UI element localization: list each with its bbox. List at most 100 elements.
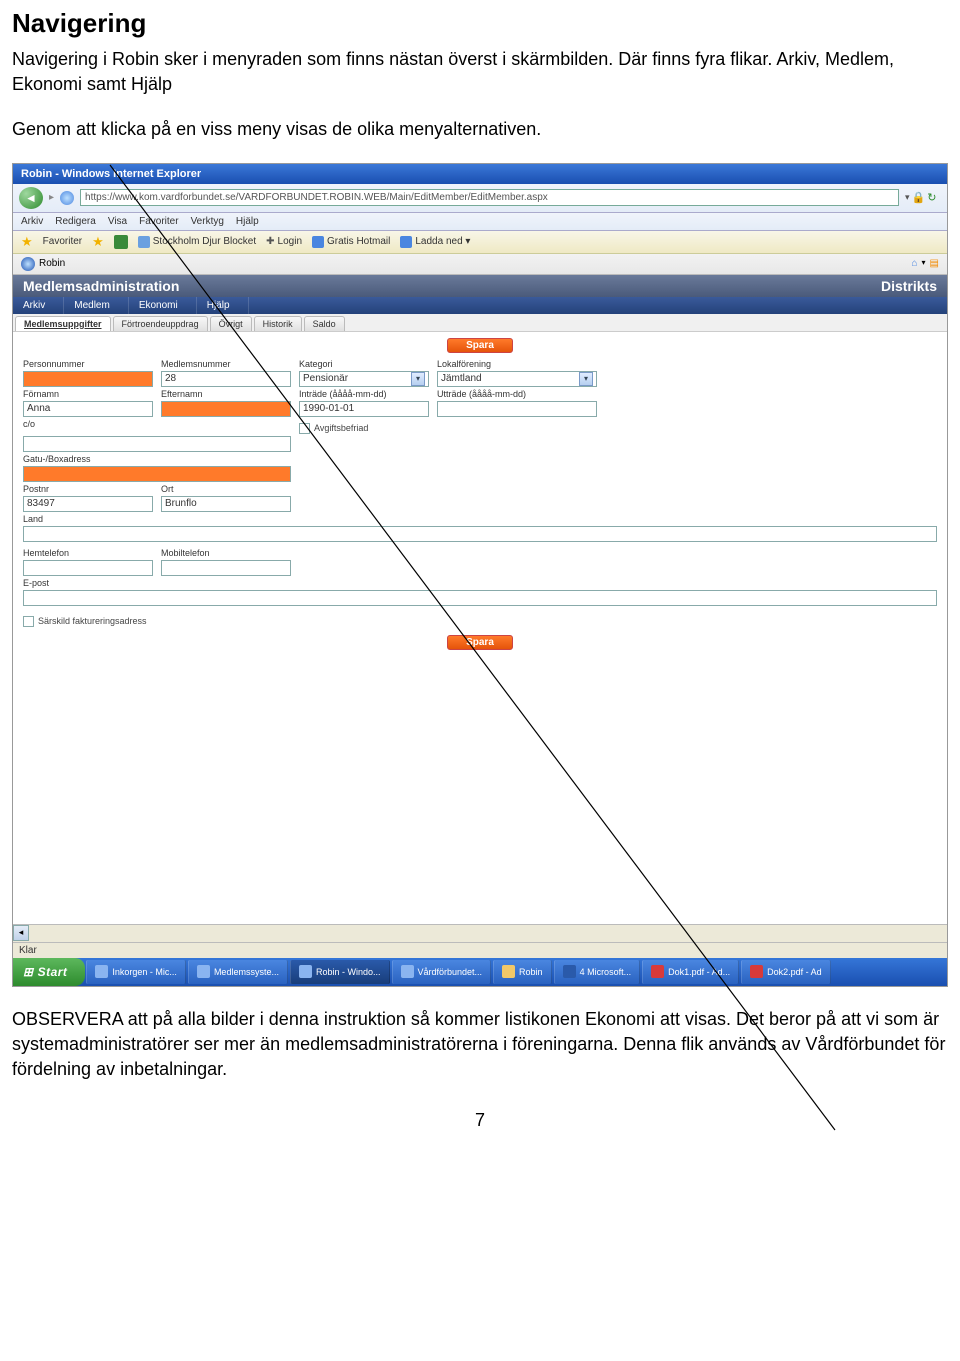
checkbox-avgift[interactable] <box>299 423 310 434</box>
fav-link-1[interactable]: Stockholm Djur Blocket <box>138 236 256 248</box>
task-item[interactable]: 4 Microsoft... <box>554 960 641 984</box>
subtab-saldo[interactable]: Saldo <box>304 316 345 331</box>
subtab-fortroendeuppdrag[interactable]: Förtroendeuppdrag <box>113 316 208 331</box>
input-epost[interactable] <box>23 590 937 606</box>
windows-taskbar: ⊞ Start Inkorgen - Mic... Medlemssyste..… <box>13 958 947 986</box>
input-hemtel[interactable] <box>23 560 153 576</box>
pdf-icon <box>750 965 763 978</box>
task-item[interactable]: Medlemssyste... <box>188 960 288 984</box>
label-lokalforening: Lokalförening <box>437 359 597 369</box>
input-personnummer[interactable] <box>23 371 153 387</box>
star-icon[interactable]: ★ <box>21 234 33 250</box>
menu-arkiv[interactable]: Arkiv <box>21 216 43 227</box>
word-icon <box>563 965 576 978</box>
input-mobil[interactable] <box>161 560 291 576</box>
app-icon <box>95 965 108 978</box>
start-button[interactable]: ⊞ Start <box>13 958 85 986</box>
input-postnr[interactable]: 83497 <box>23 496 153 512</box>
label-uttrade: Utträde (åååå-mm-dd) <box>437 389 597 399</box>
app-icon <box>197 965 210 978</box>
menu-favoriter[interactable]: Favoriter <box>139 216 178 227</box>
input-gatu[interactable] <box>23 466 291 482</box>
input-intrade[interactable]: 1990-01-01 <box>299 401 429 417</box>
task-item[interactable]: Dok2.pdf - Ad <box>741 960 831 984</box>
forward-button[interactable]: ▸ <box>49 192 54 203</box>
star-add-icon[interactable]: ★ <box>92 234 104 250</box>
chevron-down-icon: ▾ <box>411 372 425 386</box>
app-menu-medlem[interactable]: Medlem <box>64 297 129 314</box>
menu-verktyg[interactable]: Verktyg <box>191 216 224 227</box>
subtab-medlemsuppgifter[interactable]: Medlemsuppgifter <box>15 316 111 331</box>
site-icon <box>138 236 150 248</box>
label-gatu: Gatu-/Boxadress <box>23 454 291 464</box>
app-menu-bar: Arkiv Medlem Ekonomi Hjälp <box>13 297 947 314</box>
select-lokalforening[interactable]: Jämtland▾ <box>437 371 597 387</box>
label-mobil: Mobiltelefon <box>161 548 291 558</box>
label-personnummer: Personnummer <box>23 359 153 369</box>
input-efternamn[interactable] <box>161 401 291 417</box>
label-avgift: Avgiftsbefriad <box>314 423 368 433</box>
select-kategori[interactable]: Pensionär▾ <box>299 371 429 387</box>
feed-icon[interactable] <box>114 235 128 249</box>
fav-link-2[interactable]: ✚Login <box>266 236 302 247</box>
feed-icon[interactable]: ▤ <box>930 258 939 269</box>
subtab-ovrigt[interactable]: Övrigt <box>210 316 252 331</box>
windows-icon: ⊞ <box>23 965 34 979</box>
tab-label[interactable]: Robin <box>39 258 65 269</box>
save-button-bottom[interactable]: Spara <box>447 635 513 650</box>
app-icon <box>299 965 312 978</box>
form-area: Spara Personnummer Medlemsnummer Kategor… <box>13 332 947 664</box>
input-uttrade[interactable] <box>437 401 597 417</box>
address-bar[interactable]: https://www.kom.vardforbundet.se/VARDFOR… <box>80 189 899 206</box>
home-icon[interactable]: ⌂ <box>911 258 917 269</box>
refresh-icon[interactable]: ↻ <box>927 191 936 204</box>
task-item[interactable]: Vårdförbundet... <box>392 960 492 984</box>
input-co[interactable] <box>23 436 291 452</box>
window-title-bar: Robin - Windows Internet Explorer <box>13 164 947 184</box>
page-number: 7 <box>12 1110 948 1131</box>
window-title: Robin - Windows Internet Explorer <box>21 168 201 180</box>
save-button-top[interactable]: Spara <box>447 338 513 353</box>
subtab-historik[interactable]: Historik <box>254 316 302 331</box>
screenshot-container: Robin - Windows Internet Explorer ◄ ▸ ht… <box>12 163 948 987</box>
fav-link-4[interactable]: Ladda ned ▾ <box>400 236 470 248</box>
menu-redigera[interactable]: Redigera <box>55 216 96 227</box>
app-menu-ekonomi[interactable]: Ekonomi <box>129 297 197 314</box>
task-item[interactable]: Inkorgen - Mic... <box>86 960 186 984</box>
pdf-icon <box>651 965 664 978</box>
site-icon <box>312 236 324 248</box>
back-button[interactable]: ◄ <box>19 187 43 209</box>
favorites-label: Favoriter <box>43 236 82 247</box>
app-header-right: Distrikts <box>881 278 937 294</box>
horizontal-scrollbar[interactable]: ◂ <box>13 924 947 942</box>
folder-icon <box>502 965 515 978</box>
input-ort[interactable]: Brunflo <box>161 496 291 512</box>
dropdown-icon[interactable]: ▾ <box>905 192 910 203</box>
input-fornamn[interactable]: Anna <box>23 401 153 417</box>
browser-nav-bar: ◄ ▸ https://www.kom.vardforbundet.se/VAR… <box>13 184 947 213</box>
scroll-left-button[interactable]: ◂ <box>13 925 29 941</box>
input-medlemsnummer[interactable]: 28 <box>161 371 291 387</box>
input-land[interactable] <box>23 526 937 542</box>
menu-visa[interactable]: Visa <box>108 216 127 227</box>
dropdown-icon[interactable]: ▾ <box>922 258 926 269</box>
subtab-strip: Medlemsuppgifter Förtroendeuppdrag Övrig… <box>13 314 947 332</box>
label-hemtel: Hemtelefon <box>23 548 153 558</box>
content-whitespace <box>13 664 947 924</box>
task-item[interactable]: Dok1.pdf - Ad... <box>642 960 739 984</box>
task-item[interactable]: Robin - Windo... <box>290 960 390 984</box>
arrow-left-icon: ◄ <box>25 191 37 205</box>
menu-hjalp[interactable]: Hjälp <box>236 216 259 227</box>
checkbox-sarskild[interactable] <box>23 616 34 627</box>
label-efternamn: Efternamn <box>161 389 291 399</box>
lock-icon: 🔒 <box>912 191 926 204</box>
app-header: Medlemsadministration Distrikts <box>13 275 947 297</box>
task-item[interactable]: Robin <box>493 960 552 984</box>
label-sarskild: Särskild faktureringsadress <box>38 616 147 626</box>
fav-link-3[interactable]: Gratis Hotmail <box>312 236 390 248</box>
label-postnr: Postnr <box>23 484 153 494</box>
app-menu-hjalp[interactable]: Hjälp <box>197 297 249 314</box>
status-bar: Klar <box>13 942 947 958</box>
label-fornamn: Förnamn <box>23 389 153 399</box>
app-menu-arkiv[interactable]: Arkiv <box>13 297 64 314</box>
